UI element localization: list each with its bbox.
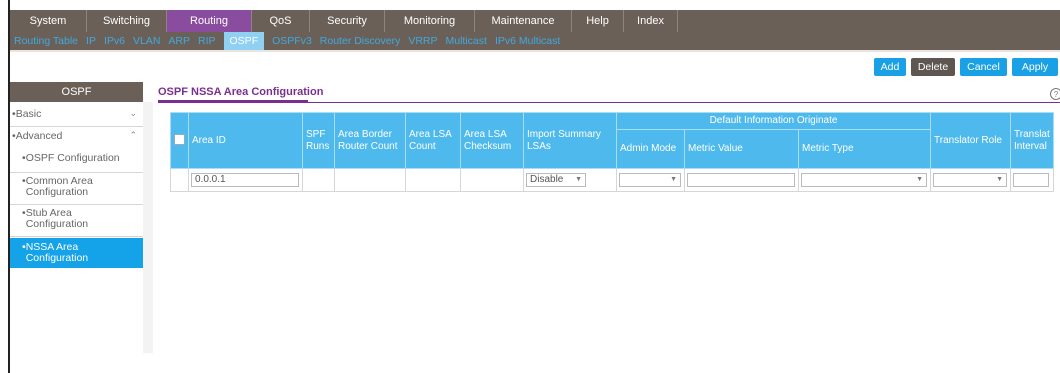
sidebar-divider xyxy=(10,126,143,127)
tab-routing[interactable]: Routing xyxy=(167,10,252,32)
header-admin-mode: Admin Mode xyxy=(616,129,685,169)
translator-role-select[interactable]: ▼ xyxy=(933,173,1007,187)
spf-runs-cell xyxy=(302,168,335,192)
sidebar-item-label: Advanced xyxy=(15,130,63,142)
chevron-down-icon: ▼ xyxy=(670,176,677,183)
sidebar-item-common-area[interactable]: •Common Area Configuration xyxy=(10,176,143,204)
sidebar-item-label: OSPF Configuration xyxy=(25,152,120,164)
sidebar-item-label: Basic xyxy=(15,108,42,120)
nssa-area-table: Area ID SPF Runs Area Border Router Coun… xyxy=(170,112,1054,192)
tab-system[interactable]: System xyxy=(10,10,87,32)
subtab-multicast[interactable]: Multicast xyxy=(446,35,487,47)
top-nav: System Switching Routing QoS Security Mo… xyxy=(10,10,1060,32)
sidebar-item-ospf-configuration[interactable]: •OSPF Configuration xyxy=(10,152,143,172)
header-area-id: Area ID xyxy=(188,112,303,169)
page-title: OSPF NSSA Area Configuration xyxy=(158,86,324,98)
cancel-button[interactable]: Cancel xyxy=(960,58,1007,76)
delete-button[interactable]: Delete xyxy=(911,58,955,76)
metric-value-cell xyxy=(684,168,799,192)
subtab-routing-table[interactable]: Routing Table xyxy=(14,35,78,47)
subtab-rip[interactable]: RIP xyxy=(198,35,216,47)
sidebar-item-label: Stub Area Configuration xyxy=(25,207,89,230)
sidebar-item-label: Common Area Configuration xyxy=(25,175,93,198)
chevron-down-icon: ▼ xyxy=(916,176,923,183)
subtab-ip[interactable]: IP xyxy=(86,35,96,47)
row-select-cell xyxy=(170,168,189,192)
header-translator-role: Translator Role xyxy=(930,112,1011,169)
admin-mode-select[interactable]: ▼ xyxy=(619,173,681,187)
header-translator-interval: Translat Interval xyxy=(1010,112,1054,169)
sidebar-item-nssa-area[interactable]: •NSSA Area Configuration xyxy=(10,238,143,268)
sidebar-item-stub-area[interactable]: •Stub Area Configuration xyxy=(10,208,143,236)
subtab-ospf[interactable]: OSPF xyxy=(223,32,265,50)
metric-type-select[interactable]: ▼ xyxy=(801,173,927,187)
import-summary-select[interactable]: Disable ▼ xyxy=(526,173,586,187)
sidebar-gutter xyxy=(143,102,153,353)
subtab-ospfv3[interactable]: OSPFv3 xyxy=(272,35,312,47)
tab-switching[interactable]: Switching xyxy=(87,10,167,32)
tab-monitoring[interactable]: Monitoring xyxy=(385,10,475,32)
admin-mode-cell: ▼ xyxy=(616,168,685,192)
header-default-info-originate: Default Information Originate xyxy=(616,112,931,130)
lsa-checksum-cell xyxy=(460,168,524,192)
tab-security[interactable]: Security xyxy=(310,10,385,32)
tab-index[interactable]: Index xyxy=(624,10,678,32)
translator-role-cell: ▼ xyxy=(930,168,1011,192)
subtab-ipv6-multicast[interactable]: IPv6 Multicast xyxy=(495,35,560,47)
sidebar-title: OSPF xyxy=(10,82,143,102)
sub-nav: Routing Table IP IPv6 VLAN ARP RIP OSPF … xyxy=(10,32,1060,50)
chevron-up-icon[interactable]: ⌃ xyxy=(129,130,137,141)
subtab-arp[interactable]: ARP xyxy=(168,35,190,47)
sidebar-item-basic[interactable]: •Basic ⌄ xyxy=(10,108,143,128)
metric-type-cell: ▼ xyxy=(798,168,931,192)
sub-nav-divider xyxy=(10,50,1060,52)
import-summary-cell: Disable ▼ xyxy=(523,168,617,192)
subtab-ipv6[interactable]: IPv6 xyxy=(104,35,125,47)
header-spf-runs: SPF Runs xyxy=(302,112,335,169)
header-metric-value: Metric Value xyxy=(684,129,799,169)
add-button[interactable]: Add xyxy=(874,58,906,76)
apply-button[interactable]: Apply xyxy=(1012,58,1058,76)
help-icon[interactable]: ? xyxy=(1050,88,1060,100)
sidebar-item-label: NSSA Area Configuration xyxy=(25,241,89,264)
subtab-vrrp[interactable]: VRRP xyxy=(408,35,437,47)
subtab-router-discovery[interactable]: Router Discovery xyxy=(320,35,401,47)
area-id-cell: 0.0.0.1 xyxy=(188,168,303,192)
translator-interval-cell xyxy=(1010,168,1054,192)
header-lsa-count: Area LSA Count xyxy=(405,112,461,169)
tab-qos[interactable]: QoS xyxy=(252,10,310,32)
sidebar-divider xyxy=(10,204,143,205)
select-all-checkbox[interactable] xyxy=(174,134,185,146)
sidebar-item-advanced[interactable]: •Advanced ⌃ xyxy=(10,130,143,150)
subtab-vlan[interactable]: VLAN xyxy=(133,35,160,47)
title-tab-underline xyxy=(158,100,308,103)
sidebar-divider xyxy=(10,172,143,173)
chevron-down-icon: ▼ xyxy=(996,176,1003,183)
chevron-down-icon[interactable]: ⌄ xyxy=(129,108,137,119)
top-nav-filler xyxy=(678,10,1060,32)
header-lsa-checksum: Area LSA Checksum xyxy=(460,112,524,169)
metric-value-input[interactable] xyxy=(687,173,795,187)
tab-help[interactable]: Help xyxy=(572,10,624,32)
lsa-count-cell xyxy=(405,168,461,192)
header-import-summary: Import Summary LSAs xyxy=(523,112,617,169)
header-abr-count: Area Border Router Count xyxy=(334,112,406,169)
header-metric-type: Metric Type xyxy=(798,129,931,169)
import-summary-value: Disable xyxy=(530,174,564,185)
select-all-header xyxy=(170,112,189,169)
chevron-down-icon: ▼ xyxy=(575,176,582,183)
tab-maintenance[interactable]: Maintenance xyxy=(475,10,572,32)
sidebar-divider xyxy=(10,236,143,237)
translator-interval-input[interactable] xyxy=(1013,173,1049,187)
abr-count-cell xyxy=(334,168,406,192)
table-input-row: 0.0.0.1 Disable ▼ ▼ ▼ ▼ xyxy=(170,168,1054,192)
app-frame: System Switching Routing QoS Security Mo… xyxy=(0,0,1060,373)
area-id-input[interactable]: 0.0.0.1 xyxy=(191,173,299,187)
